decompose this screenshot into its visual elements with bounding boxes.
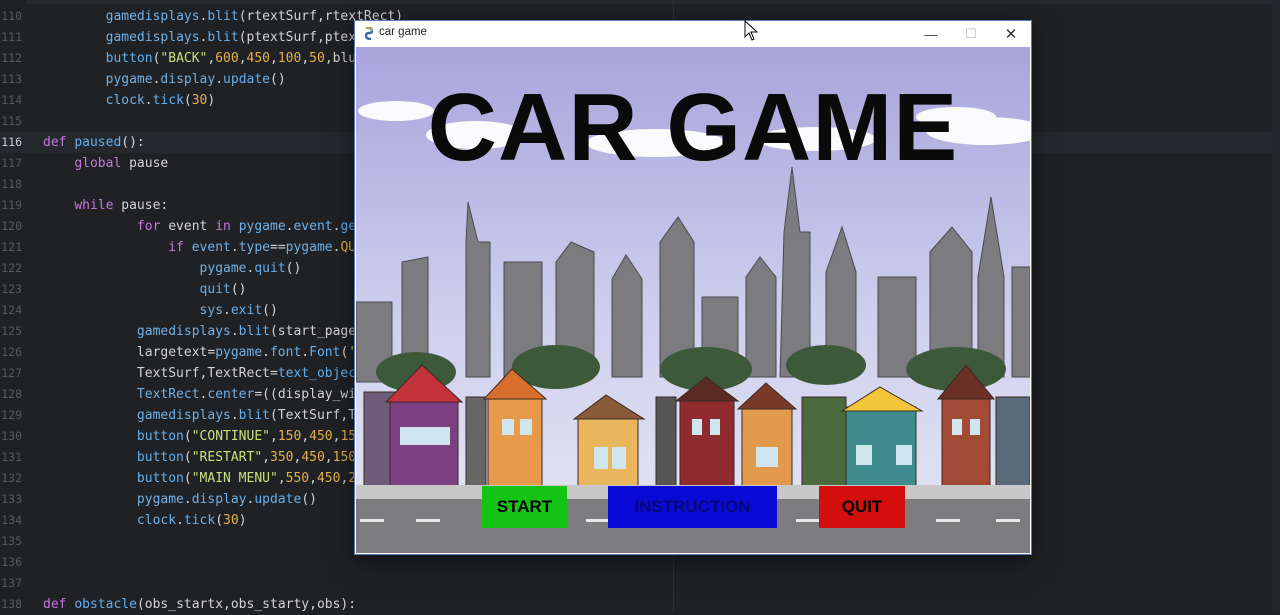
line-number: 124 (1, 303, 22, 317)
line-number: 110 (1, 9, 22, 23)
line-number: 120 (1, 219, 22, 233)
line-number: 116 (1, 135, 22, 149)
line-number: 126 (1, 345, 22, 359)
code-text[interactable]: quit() (43, 279, 247, 300)
game-title: CAR GAME (427, 74, 959, 181)
editor-top-bar (0, 0, 1280, 4)
minimize-button[interactable]: — (911, 21, 951, 47)
code-text[interactable]: clock.tick(30) (43, 510, 247, 531)
line-number: 136 (1, 555, 22, 569)
code-text[interactable]: button("RESTART",350,450,150 (43, 447, 356, 468)
line-number: 138 (1, 597, 22, 611)
code-text[interactable]: button("CONTINUE",150,450,15 (43, 426, 356, 447)
code-text[interactable]: largetext=pygame.font.Font(' (43, 342, 356, 363)
code-text[interactable]: def obstacle(obs_startx,obs_starty,obs): (43, 594, 356, 615)
code-text[interactable]: def paused(): (43, 132, 145, 153)
line-number: 135 (1, 534, 22, 548)
code-text[interactable]: button("MAIN MENU",550,450,2 (43, 468, 356, 489)
window-title: car game (379, 26, 427, 38)
line-number: 123 (1, 282, 22, 296)
line-number: 113 (1, 72, 22, 86)
line-number: 114 (1, 93, 22, 107)
code-text[interactable]: button("BACK",600,450,100,50,blu (43, 48, 357, 69)
quit-button[interactable]: QUIT (819, 486, 905, 528)
code-text[interactable]: clock.tick(30) (43, 90, 216, 111)
line-number: 134 (1, 513, 22, 527)
code-text[interactable]: if event.type==pygame.QU (43, 237, 356, 258)
close-button[interactable]: ✕ (991, 21, 1031, 47)
line-number: 133 (1, 492, 22, 506)
code-text[interactable]: for event in pygame.event.ge (43, 216, 356, 237)
game-window[interactable]: car game — ☐ ✕ CAR GAME START INSTRUCTIO… (355, 21, 1031, 554)
line-number: 130 (1, 429, 22, 443)
line-number: 112 (1, 51, 22, 65)
line-number: 137 (1, 576, 22, 590)
line-number: 127 (1, 366, 22, 380)
line-number: 115 (1, 114, 22, 128)
code-text[interactable]: TextSurf,TextRect=text_objec (43, 363, 356, 384)
code-text[interactable]: gamedisplays.blit(rtextSurf,rtextRect) (43, 6, 403, 27)
window-titlebar[interactable]: car game — ☐ ✕ (355, 21, 1031, 47)
code-line[interactable]: 136 (0, 552, 1280, 573)
code-text[interactable]: gamedisplays.blit(start_page (43, 321, 356, 342)
line-number: 131 (1, 450, 22, 464)
editor-scrollbar[interactable] (1272, 0, 1280, 613)
code-line[interactable]: 137 (0, 573, 1280, 594)
code-text[interactable]: global pause (43, 153, 168, 174)
start-button[interactable]: START (482, 486, 567, 528)
instruction-button[interactable]: INSTRUCTION (608, 486, 777, 528)
line-number: 132 (1, 471, 22, 485)
line-number: 125 (1, 324, 22, 338)
line-number: 119 (1, 198, 22, 212)
code-line[interactable]: 138 def obstacle(obs_startx,obs_starty,ob… (0, 594, 1280, 615)
code-text[interactable]: TextRect.center=((display_wi (43, 384, 356, 405)
maximize-button[interactable]: ☐ (951, 21, 991, 47)
code-text[interactable]: pygame.quit() (43, 258, 302, 279)
code-text[interactable]: pygame.display.update() (43, 489, 317, 510)
line-number: 118 (1, 177, 22, 191)
code-text[interactable]: sys.exit() (43, 300, 278, 321)
line-number: 111 (1, 30, 22, 44)
line-number: 121 (1, 240, 22, 254)
mouse-cursor-icon (744, 20, 759, 41)
line-number: 129 (1, 408, 22, 422)
pygame-snake-icon (364, 27, 374, 40)
code-text[interactable]: gamedisplays.blit(TextSurf,T (43, 405, 356, 426)
code-text[interactable]: pygame.display.update() (43, 69, 286, 90)
code-text[interactable]: gamedisplays.blit(ptextSurf,ptex (43, 27, 356, 48)
game-canvas[interactable]: CAR GAME START INSTRUCTION QUIT (356, 47, 1030, 553)
line-number: 117 (1, 156, 22, 170)
line-number: 122 (1, 261, 22, 275)
code-text[interactable]: while pause: (43, 195, 168, 216)
line-number: 128 (1, 387, 22, 401)
